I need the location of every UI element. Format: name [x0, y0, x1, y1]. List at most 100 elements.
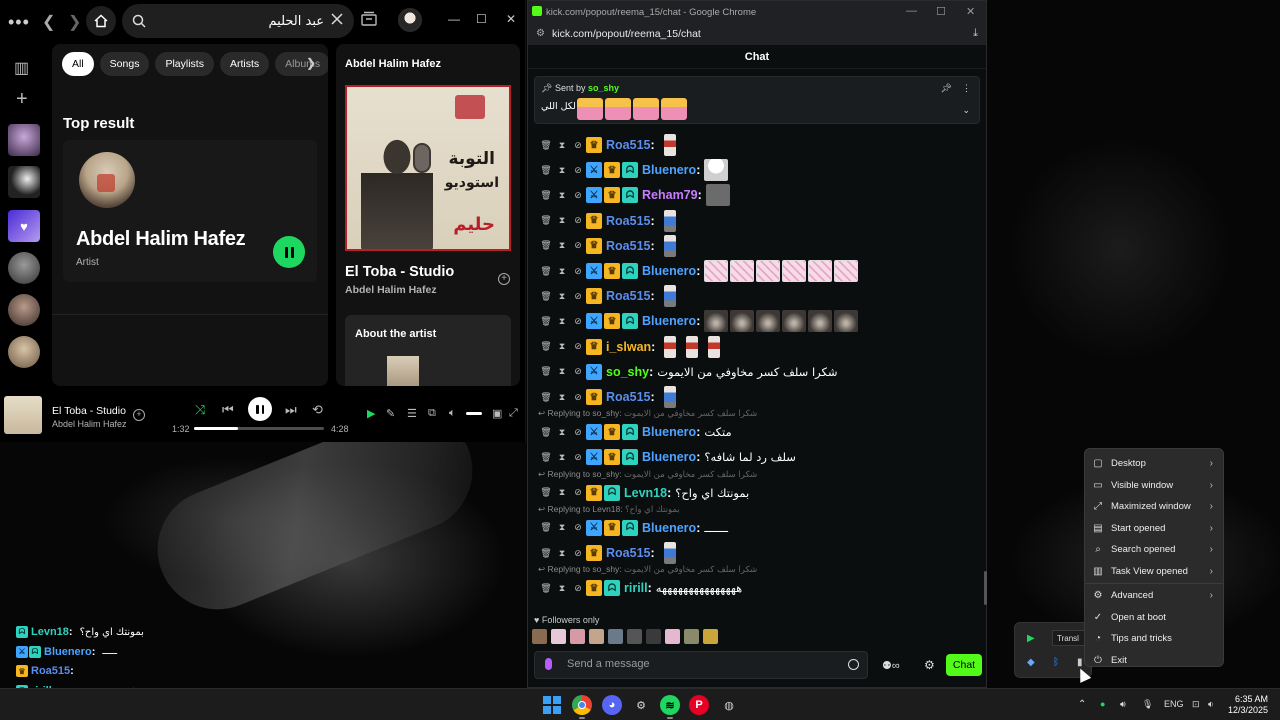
add-icon[interactable]: +	[133, 409, 145, 421]
app-tray-icon[interactable]: ◆	[1027, 657, 1035, 668]
scrollbar[interactable]	[984, 571, 987, 605]
tray-app-icon[interactable]: ●	[1100, 699, 1105, 709]
library-item[interactable]	[8, 252, 40, 284]
chat-message[interactable]: 🗑︎ ⧗ ⊘ ♛ i_slwan:	[538, 335, 725, 358]
chat-message[interactable]: 🗑︎ ⧗ ⊘ ♛ Roa515:	[538, 542, 681, 564]
ban-icon[interactable]: ⊘	[570, 392, 586, 403]
emote-fig[interactable]	[664, 335, 677, 358]
library-icon[interactable]: ▥	[14, 58, 29, 78]
back-arrow-icon[interactable]: ❮	[42, 12, 55, 32]
progress-bar[interactable]	[194, 427, 324, 430]
chip-albums[interactable]: Albums	[275, 52, 328, 76]
chat-message[interactable]: 🗑︎ ⧗ ⊘ ⚔ ♛ ᗣ Bluenero: سلف رد لما شافه؟	[538, 446, 796, 468]
emote-item[interactable]	[589, 629, 604, 644]
ban-icon[interactable]: ⊘	[570, 291, 586, 302]
emote-pink[interactable]	[756, 260, 781, 282]
chat-message[interactable]: 🗑︎ ⧗ ⊘ ⚔ ♛ ᗣ Reham79:	[538, 184, 732, 207]
about-artist-card[interactable]: About the artist	[345, 315, 511, 386]
emote-tree[interactable]	[704, 310, 729, 333]
menu-item-start-opened[interactable]: ▤ Start opened ›	[1085, 518, 1223, 540]
chrome-taskbar-icon[interactable]	[572, 695, 592, 715]
library-item[interactable]	[8, 294, 40, 326]
emote-tree[interactable]	[834, 310, 859, 333]
menu-item-tips-and-tricks[interactable]: ◔ Tips and tricks	[1085, 628, 1223, 650]
emote-tree[interactable]	[808, 310, 833, 333]
emote-item[interactable]	[532, 629, 547, 644]
chat-message[interactable]: 🗑︎ ⧗ ⊘ ♛ Roa515:	[538, 234, 681, 257]
ban-icon[interactable]: ⊘	[570, 266, 586, 277]
steam-icon[interactable]: ⚙	[631, 695, 651, 715]
close-icon[interactable]: ✕	[966, 5, 975, 18]
repeat-icon[interactable]: ⟲	[312, 402, 323, 418]
discord-icon[interactable]: ◕	[602, 695, 622, 715]
emote-item[interactable]	[665, 629, 680, 644]
timeout-icon[interactable]: ⧗	[554, 392, 570, 403]
chevron-down-icon[interactable]: ⌄	[962, 105, 970, 116]
close-icon[interactable]: ✕	[506, 12, 516, 26]
chat-username[interactable]: Roa515	[606, 546, 650, 560]
volume-tray-icon[interactable]: 🔉︎	[1208, 699, 1214, 710]
browse-icon[interactable]	[360, 10, 378, 28]
delete-icon[interactable]: 🗑︎	[538, 392, 554, 403]
chat-message[interactable]: 🗑︎ ⧗ ⊘ ⚔ ♛ ᗣ Bluenero: متكت	[538, 421, 732, 443]
delete-icon[interactable]: 🗑︎	[538, 190, 554, 201]
minimize-icon[interactable]: —	[448, 12, 460, 26]
delete-icon[interactable]: 🗑︎	[538, 427, 554, 438]
chevron-right-icon[interactable]: ❯	[306, 56, 316, 70]
emote-fig[interactable]	[663, 134, 676, 156]
settings-icon[interactable]: ⚙	[924, 658, 935, 672]
timeout-icon[interactable]: ⧗	[554, 583, 570, 594]
chat-message[interactable]: 🗑︎ ⧗ ⊘ ⚔ ♛ ᗣ Bluenero: ـــــــ	[538, 517, 728, 539]
ban-icon[interactable]: ⊘	[570, 548, 586, 559]
kicks-icon[interactable]: ⚉∞	[882, 659, 900, 672]
chat-message[interactable]: 🗑︎ ⧗ ⊘ ⚔ ♛ ᗣ Bluenero:	[538, 260, 860, 282]
chat-username[interactable]: Roa515	[606, 214, 650, 228]
chip-playlists[interactable]: Playlists	[155, 52, 214, 76]
ban-icon[interactable]: ⊘	[570, 240, 586, 251]
delete-icon[interactable]: 🗑︎	[538, 487, 554, 498]
emote-cat[interactable]	[705, 184, 730, 207]
chat-username[interactable]: Bluenero	[642, 450, 696, 464]
chat-username[interactable]: so_shy	[606, 365, 649, 379]
emote-blue[interactable]	[663, 542, 676, 564]
player-pause-button[interactable]	[248, 397, 272, 421]
emote-item[interactable]	[646, 629, 661, 644]
reply-context[interactable]: ↩ Replying to so_shy: شكرا سلف كسر مخاوف…	[538, 469, 757, 480]
chip-songs[interactable]: Songs	[99, 52, 150, 76]
ban-icon[interactable]: ⊘	[570, 427, 586, 438]
timeout-icon[interactable]: ⧗	[554, 366, 570, 377]
home-button[interactable]	[86, 6, 116, 36]
url-text[interactable]: kick.com/popout/reema_15/chat	[552, 28, 701, 40]
site-info-icon[interactable]: ⚙	[536, 28, 545, 39]
now-playing-title[interactable]: El Toba - Studio	[345, 264, 454, 280]
player-album-thumb[interactable]	[4, 396, 42, 434]
liked-songs-item[interactable]: ♥	[8, 210, 40, 242]
download-icon[interactable]: ⤓	[973, 27, 978, 40]
ban-icon[interactable]: ⊘	[570, 316, 586, 327]
maximize-icon[interactable]: ☐	[476, 12, 487, 26]
library-item[interactable]	[8, 124, 40, 156]
emote-item[interactable]	[551, 629, 566, 644]
ban-icon[interactable]: ⊘	[570, 140, 586, 151]
player-track-artist[interactable]: Abdel Halim Hafez	[52, 419, 127, 429]
now-playing-view-icon[interactable]: ▶	[367, 407, 375, 420]
timeout-icon[interactable]: ⧗	[554, 266, 570, 277]
network-icon[interactable]: ⊡	[1192, 699, 1200, 710]
chat-username[interactable]: i_slwan	[606, 340, 651, 354]
play-icon[interactable]: ▶	[1027, 633, 1035, 644]
next-icon[interactable]: ⏭	[285, 402, 297, 418]
menu-item-open-at-boot[interactable]: ✓ Open at boot	[1085, 607, 1223, 629]
library-item[interactable]	[8, 166, 40, 198]
previous-icon[interactable]: ⏮	[222, 402, 234, 418]
pause-button[interactable]	[273, 236, 305, 268]
chat-username[interactable]: Bluenero	[642, 314, 696, 328]
timeout-icon[interactable]: ⧗	[554, 140, 570, 151]
reply-context[interactable]: ↩ Replying to Levn18: بمونتك اي واح؟	[538, 504, 680, 515]
emote-tree[interactable]	[782, 310, 807, 333]
translucent-tb-icon[interactable]: ▮	[1077, 657, 1083, 668]
emote-item[interactable]	[570, 629, 585, 644]
emote-pink[interactable]	[834, 260, 859, 282]
clock[interactable]: 6:35 AM 12/3/2025	[1222, 694, 1268, 716]
emote-blue[interactable]	[663, 209, 676, 232]
timeout-icon[interactable]: ⧗	[554, 427, 570, 438]
